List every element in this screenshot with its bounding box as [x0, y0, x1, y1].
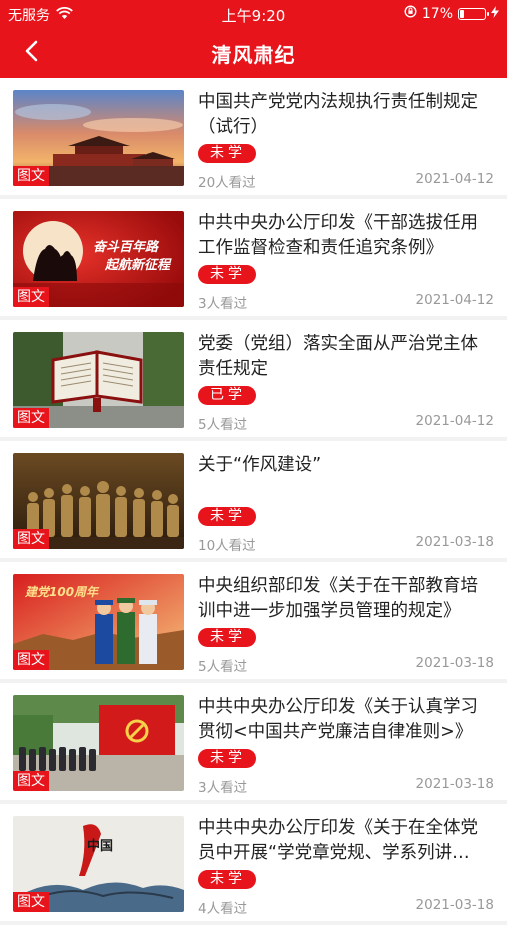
- charging-icon: [491, 5, 499, 22]
- status-right: 17%: [404, 5, 499, 22]
- article-title: 中共中央办公厅印发《关于在全体党员中开展“学党章党规、学系列讲话，做合格党员”》: [198, 818, 478, 863]
- article-thumbnail: 图文: [13, 695, 184, 791]
- study-status-badge: 未学: [198, 870, 256, 889]
- page-title: 清风肃纪: [211, 43, 296, 67]
- article-thumbnail: 图文: [13, 90, 184, 186]
- view-count: 4人看过: [198, 901, 248, 917]
- thumbnail-tag: 图文: [13, 166, 49, 186]
- publish-date: 2021-04-12: [415, 292, 494, 308]
- article-title: 中共中央办公厅印发《关于认真学习贯彻<中国共产党廉洁自律准则>》: [198, 697, 478, 742]
- view-count: 3人看过: [198, 296, 248, 312]
- battery-icon: [458, 7, 489, 20]
- publish-date: 2021-03-18: [415, 534, 494, 550]
- article-item[interactable]: 图文 中共中央办公厅印发《关于认真学习贯彻<中国共产党廉洁自律准则>》 未学 3…: [0, 683, 507, 800]
- thumbnail-caption: 起航新征程: [104, 257, 172, 273]
- thumbnail-caption: 建党100周年: [24, 585, 100, 599]
- article-thumbnail: 图文: [13, 332, 184, 428]
- thumbnail-tag: 图文: [13, 771, 49, 791]
- publish-date: 2021-04-12: [415, 171, 494, 187]
- view-count: 5人看过: [198, 417, 248, 433]
- study-status-badge: 未学: [198, 749, 256, 768]
- article-title: 党委（党组）落实全面从严治党主体责任规定: [198, 334, 478, 379]
- article-thumbnail: 建党100周年 图文: [13, 574, 184, 670]
- thumbnail-tag: 图文: [13, 892, 49, 912]
- battery-percent: 17%: [421, 5, 453, 22]
- status-bar: 无服务 上午9:20 17%: [0, 0, 507, 28]
- publish-date: 2021-03-18: [415, 776, 494, 792]
- thumbnail-tag: 图文: [13, 650, 49, 670]
- article-item[interactable]: 图文 党委（党组）落实全面从严治党主体责任规定 已学 5人看过 2021-04-…: [0, 320, 507, 437]
- article-item[interactable]: 建党100周年 图文 中央组织部印发《关于在干部教育培训中进一步加强学员管理的规…: [0, 562, 507, 679]
- study-status-badge: 未学: [198, 507, 256, 526]
- article-item[interactable]: 图文 中国共产党党内法规执行责任制规定（试行） 未学 20人看过 2021-04…: [0, 78, 507, 195]
- article-thumbnail: 奋斗百年路 起航新征程 图文: [13, 211, 184, 307]
- thumbnail-caption: 奋斗百年路: [93, 239, 160, 255]
- thumbnail-tag: 图文: [13, 408, 49, 428]
- publish-date: 2021-04-12: [415, 413, 494, 429]
- study-status-badge: 已学: [198, 386, 256, 405]
- study-status-badge: 未学: [198, 144, 256, 163]
- orientation-lock-icon: [404, 5, 417, 22]
- view-count: 5人看过: [198, 659, 248, 675]
- article-item[interactable]: 图文 关于“作风建设” 未学 10人看过 2021-03-18: [0, 441, 507, 558]
- thumbnail-tag: 图文: [13, 529, 49, 549]
- article-title: 中共中央办公厅印发《干部选拔任用工作监督检查和责任追究条例》: [198, 213, 478, 258]
- chevron-left-icon: [24, 40, 38, 66]
- study-status-badge: 未学: [198, 628, 256, 647]
- article-list: 图文 中国共产党党内法规执行责任制规定（试行） 未学 20人看过 2021-04…: [0, 78, 507, 925]
- view-count: 10人看过: [198, 538, 256, 554]
- view-count: 3人看过: [198, 780, 248, 796]
- article-thumbnail: 中国 图文: [13, 816, 184, 912]
- thumbnail-caption: 中国: [87, 838, 113, 854]
- article-title: 关于“作风建设”: [198, 455, 322, 475]
- article-item[interactable]: 中国 图文 中共中央办公厅印发《关于在全体党员中开展“学党章党规、学系列讲话，做…: [0, 804, 507, 921]
- study-status-badge: 未学: [198, 265, 256, 284]
- battery-level: [460, 9, 464, 18]
- thumbnail-tag: 图文: [13, 287, 49, 307]
- article-title: 中央组织部印发《关于在干部教育培训中进一步加强学员管理的规定》: [198, 576, 478, 621]
- nav-bar: 清风肃纪: [0, 28, 507, 78]
- publish-date: 2021-03-18: [415, 655, 494, 671]
- article-title: 中国共产党党内法规执行责任制规定（试行）: [198, 92, 478, 137]
- article-item[interactable]: 奋斗百年路 起航新征程 图文 中共中央办公厅印发《干部选拔任用工作监督检查和责任…: [0, 199, 507, 316]
- back-button[interactable]: [14, 36, 48, 70]
- view-count: 20人看过: [198, 175, 256, 191]
- article-thumbnail: 图文: [13, 453, 184, 549]
- publish-date: 2021-03-18: [415, 897, 494, 913]
